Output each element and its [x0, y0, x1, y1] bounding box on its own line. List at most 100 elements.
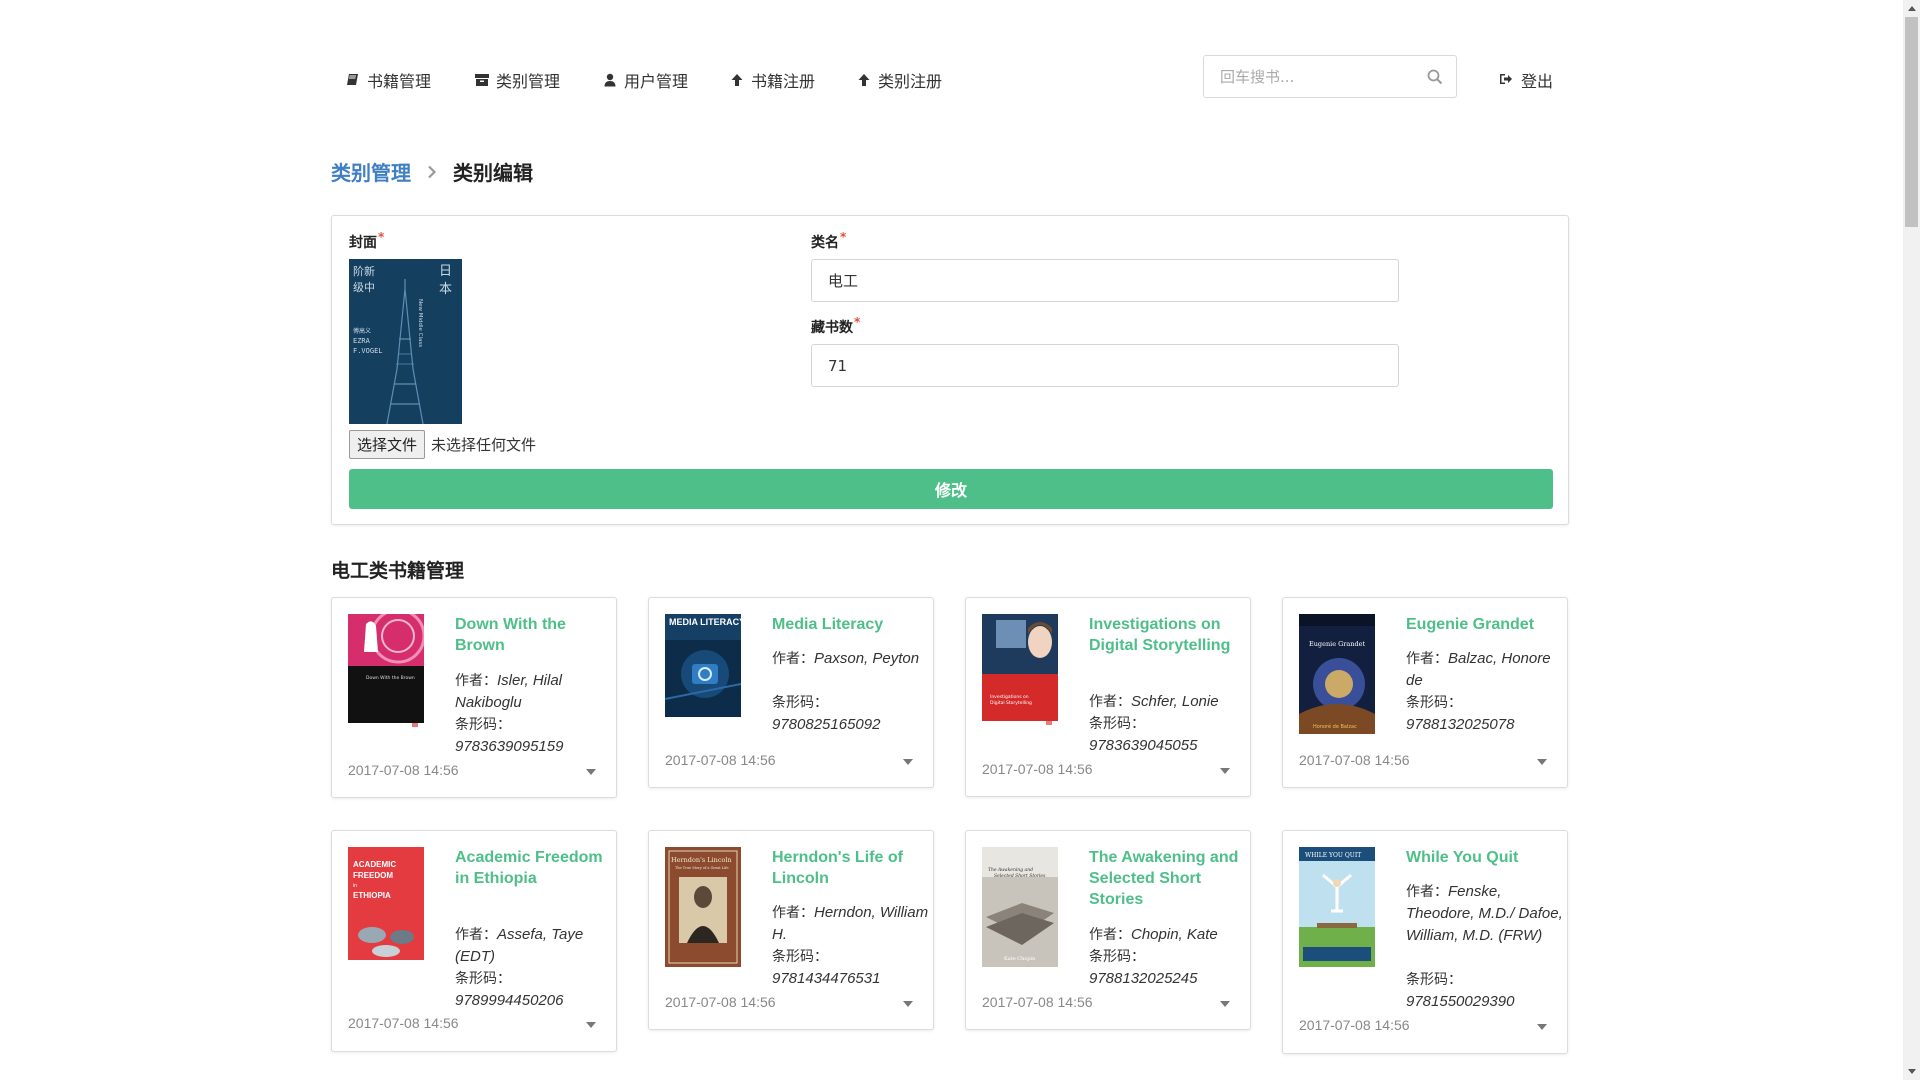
category-cover-image: 阶新 级中 日 本 EZRA F.VOGEL 傅高义 New Middle Cl… [349, 259, 462, 424]
search-icon[interactable] [1426, 68, 1444, 86]
book-card[interactable]: Herndon's Lincoln The True Story of a Gr… [648, 830, 934, 1030]
nav-item-label: 书籍注册 [751, 72, 816, 91]
book-title[interactable]: Investigations on Digital Storytelling [1089, 614, 1239, 656]
vertical-scrollbar[interactable] [1903, 0, 1920, 1080]
modify-button[interactable]: 修改 [349, 469, 1553, 509]
book-title[interactable]: Down With the Brown [455, 614, 605, 656]
nav-item-users[interactable]: 用户管理 [603, 68, 688, 92]
svg-text:ACADEMIC: ACADEMIC [353, 860, 396, 869]
svg-text:Investigations on: Investigations on [990, 694, 1029, 700]
book-date: 2017-07-08 14:56 [982, 761, 1093, 777]
scroll-up-arrow-icon[interactable] [1903, 0, 1920, 17]
book-author: 作者：Isler, Hilal Nakiboglu [455, 672, 563, 711]
sign-out-icon [1499, 71, 1513, 90]
svg-text:Kate Chopin: Kate Chopin [1004, 956, 1036, 962]
book-card[interactable]: WHILE YOU QUIT While You Quit 作者：Fenske,… [1282, 830, 1568, 1054]
svg-text:ETHIOPIA: ETHIOPIA [353, 891, 391, 900]
svg-text:FREEDOM: FREEDOM [353, 871, 393, 880]
top-navbar: 书籍管理 类别管理 用户管理 书籍注册 类别注册 登出 [331, 54, 1563, 100]
cover-cn-title-part: 阶新 [353, 264, 375, 278]
logout-label: 登出 [1521, 72, 1554, 91]
cover-label: 封面* [349, 230, 385, 251]
book-count-label: 藏书数* [811, 315, 861, 336]
svg-text:New Middle Class: New Middle Class [417, 299, 423, 347]
nav-item-books[interactable]: 书籍管理 [346, 68, 431, 92]
book-author: 作者：Balzac, Honore de [1406, 650, 1551, 689]
nav-item-category-register[interactable]: 类别注册 [857, 68, 942, 92]
choose-file-button[interactable]: 选择文件 [349, 430, 426, 459]
logout-button[interactable]: 登出 [1499, 68, 1553, 92]
book-title[interactable]: The Awakening and Selected Short Stories [1089, 847, 1239, 910]
book-card[interactable]: Down With the Brown Down With the Brown … [331, 597, 617, 798]
book-date: 2017-07-08 14:56 [348, 762, 459, 778]
book-barcode: 条形码： 9788132025078 [1406, 695, 1515, 733]
book-cover-image: WHILE YOU QUIT [1299, 847, 1375, 967]
book-author: 作者：Herndon, William H. [772, 904, 929, 943]
nav-item-categories[interactable]: 类别管理 [475, 68, 560, 92]
book-cover-image: Eugenie Grandet Honoré de Balzac [1299, 614, 1375, 734]
category-edit-panel: 封面* 阶新 级中 日 本 EZRA F.VOGEL 傅高义 New Middl… [331, 215, 1569, 525]
book-barcode: 条形码： 9780825165092 [772, 695, 881, 733]
caret-down-icon[interactable] [586, 1022, 596, 1028]
svg-text:in: in [353, 883, 357, 889]
svg-text:The Awakening and: The Awakening and [988, 867, 1033, 873]
svg-text:MEDIA LITERACY: MEDIA LITERACY [669, 617, 741, 627]
caret-down-icon[interactable] [1537, 1024, 1547, 1030]
svg-text:Eugenie Grandet: Eugenie Grandet [1309, 640, 1365, 648]
book-date: 2017-07-08 14:56 [1299, 1017, 1410, 1033]
book-title[interactable]: Media Literacy [772, 614, 922, 635]
user-icon [603, 73, 617, 87]
caret-down-icon[interactable] [1537, 759, 1547, 765]
book-date: 2017-07-08 14:56 [1299, 752, 1410, 768]
book-cover-image: MEDIA LITERACY [665, 614, 741, 717]
book-card[interactable]: The Awakening and Selected Short Stories… [965, 830, 1251, 1030]
book-date: 2017-07-08 14:56 [348, 1015, 459, 1031]
book-barcode: 条形码： 9783639045055 [1089, 716, 1198, 754]
nav-item-label: 类别管理 [496, 72, 561, 91]
book-cover-image: Investigations on Digital Storytelling [982, 614, 1058, 727]
category-name-input[interactable] [811, 259, 1399, 302]
book-title[interactable]: Academic Freedom in Ethiopia [455, 847, 605, 889]
book-author: 作者：Schfer, Lonie [1089, 693, 1219, 710]
search-box [1203, 55, 1457, 98]
book-card[interactable]: MEDIA LITERACY Media Literacy 作者：Paxson,… [648, 597, 934, 788]
nav-item-label: 用户管理 [624, 72, 689, 91]
nav-item-label: 书籍管理 [367, 72, 432, 91]
book-card[interactable]: Eugenie Grandet Honoré de Balzac Eugenie… [1282, 597, 1568, 788]
caret-down-icon[interactable] [586, 769, 596, 775]
nav-item-book-register[interactable]: 书籍注册 [730, 68, 815, 92]
chevron-right-icon [425, 165, 439, 179]
search-input[interactable] [1204, 56, 1414, 97]
svg-text:级中: 级中 [353, 281, 375, 294]
svg-text:Down With the Brown: Down With the Brown [366, 675, 415, 681]
book-barcode: 条形码： 9788132025245 [1089, 949, 1198, 987]
svg-text:Herndon's Lincoln: Herndon's Lincoln [671, 856, 732, 864]
book-author: 作者：Assefa, Taye (EDT) [455, 926, 584, 965]
caret-down-icon[interactable] [903, 759, 913, 765]
caret-down-icon[interactable] [1220, 1001, 1230, 1007]
file-status-text: 未选择任何文件 [431, 436, 537, 454]
arrow-up-icon [730, 73, 744, 87]
arrow-up-icon [857, 73, 871, 87]
book-barcode: 条形码： 9783639095159 [455, 717, 564, 755]
caret-down-icon[interactable] [903, 1001, 913, 1007]
caret-down-icon[interactable] [1220, 768, 1230, 774]
svg-text:EZRA: EZRA [353, 337, 371, 345]
scrollbar-thumb[interactable] [1905, 17, 1918, 227]
breadcrumb-link-category-management[interactable]: 类别管理 [331, 157, 411, 186]
svg-text:WHILE YOU QUIT: WHILE YOU QUIT [1305, 852, 1361, 859]
book-count-input[interactable] [811, 344, 1399, 387]
nav-item-label: 类别注册 [878, 72, 943, 91]
scroll-down-arrow-icon[interactable] [1903, 1063, 1920, 1080]
book-title[interactable]: While You Quit [1406, 847, 1556, 868]
svg-text:F.VOGEL: F.VOGEL [353, 347, 383, 355]
book-card[interactable]: ACADEMIC FREEDOM in ETHIOPIA Academic Fr… [331, 830, 617, 1052]
book-title[interactable]: Eugenie Grandet [1406, 614, 1556, 635]
book-barcode: 条形码： 9789994450206 [455, 971, 564, 1009]
archive-icon [475, 73, 489, 87]
book-cover-image: Down With the Brown [348, 614, 424, 727]
book-date: 2017-07-08 14:56 [982, 994, 1093, 1010]
book-author: 作者：Chopin, Kate [1089, 926, 1218, 943]
book-card[interactable]: Investigations on Digital Storytelling I… [965, 597, 1251, 797]
book-title[interactable]: Herndon's Life of Lincoln [772, 847, 922, 889]
